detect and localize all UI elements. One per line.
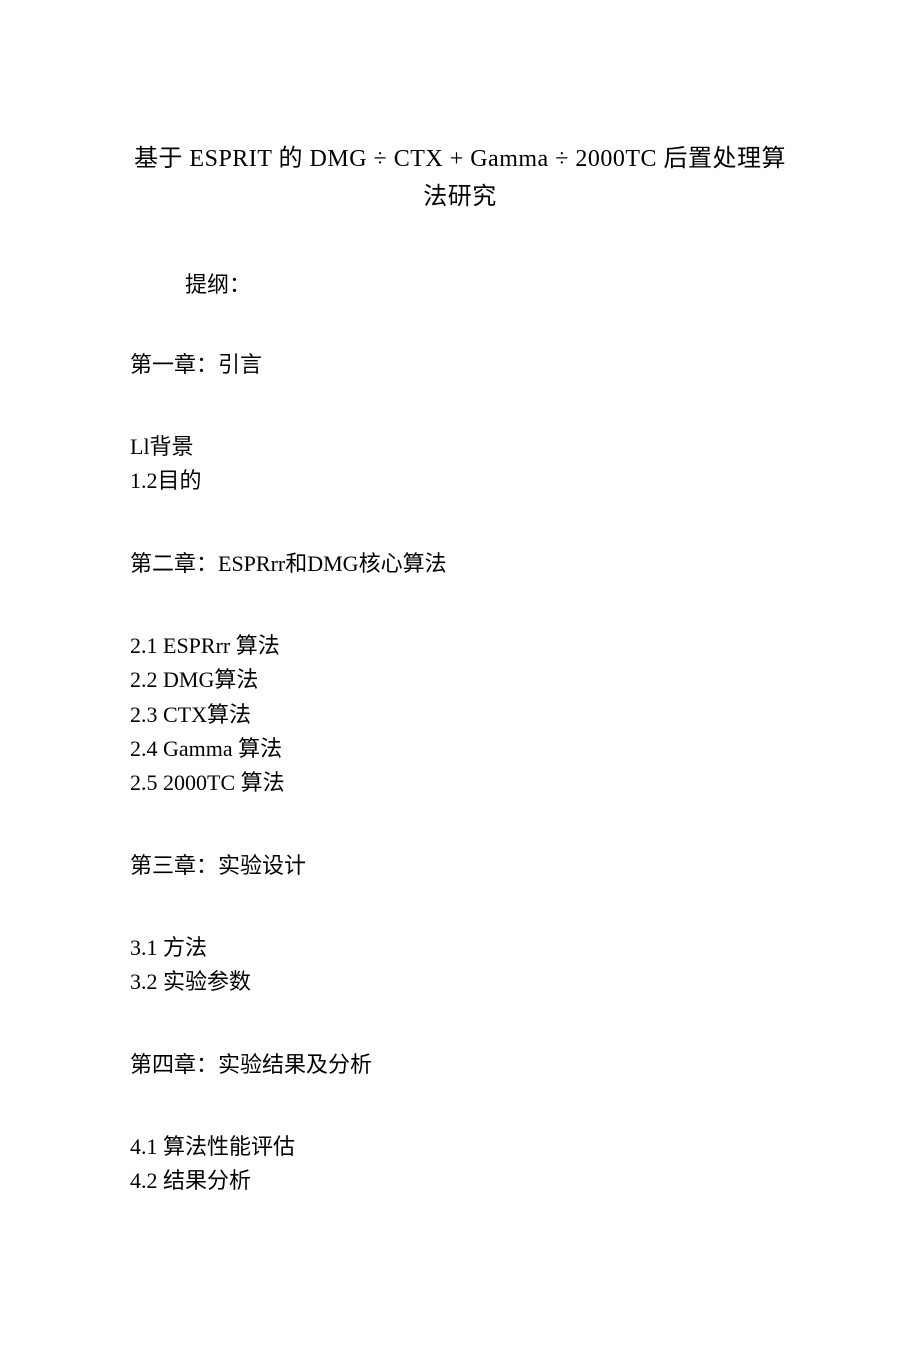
outline-item: 2.5 2000TC 算法 (130, 766, 790, 800)
chapter-heading: 第二章：ESPRrr和DMG核心算法 (130, 546, 790, 581)
chapter-3-items: 3.1 方法 3.2 实验参数 (130, 931, 790, 999)
chapter-2: 第二章：ESPRrr和DMG核心算法 (130, 546, 790, 581)
outline-item: 2.1 ESPRrr 算法 (130, 629, 790, 663)
chapter-4-items: 4.1 算法性能评估 4.2 结果分析 (130, 1130, 790, 1198)
chapter-1: 第一章：引言 (130, 347, 790, 382)
title-line-1: 基于 ESPRIT 的 DMG ÷ CTX + Gamma ÷ 2000TC 后… (130, 140, 790, 178)
chapter-3: 第三章：实验设计 (130, 848, 790, 883)
outline-item: 4.1 算法性能评估 (130, 1130, 790, 1164)
outline-item: 2.4 Gamma 算法 (130, 732, 790, 766)
outline-item: 2.3 CTX算法 (130, 698, 790, 732)
title-line-2: 法研究 (130, 178, 790, 216)
chapter-4: 第四章：实验结果及分析 (130, 1047, 790, 1082)
outline-item: 4.2 结果分析 (130, 1164, 790, 1198)
chapter-heading: 第一章：引言 (130, 347, 790, 382)
outline-item: 3.1 方法 (130, 931, 790, 965)
outline-item: 2.2 DMG算法 (130, 663, 790, 697)
chapter-heading: 第三章：实验设计 (130, 848, 790, 883)
outline-item: Ll背景 (130, 430, 790, 464)
outline-item: 1.2目的 (130, 464, 790, 498)
outline-label: 提纲： (185, 267, 790, 299)
document-title: 基于 ESPRIT 的 DMG ÷ CTX + Gamma ÷ 2000TC 后… (130, 140, 790, 217)
chapter-2-items: 2.1 ESPRrr 算法 2.2 DMG算法 2.3 CTX算法 2.4 Ga… (130, 629, 790, 799)
chapter-heading: 第四章：实验结果及分析 (130, 1047, 790, 1082)
outline-item: 3.2 实验参数 (130, 965, 790, 999)
chapter-1-items: Ll背景 1.2目的 (130, 430, 790, 498)
